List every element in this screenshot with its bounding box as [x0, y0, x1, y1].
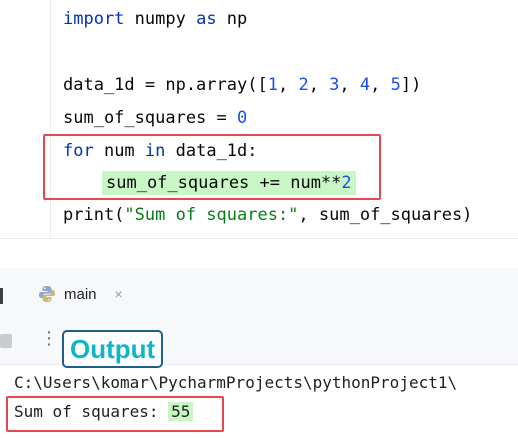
- run-tab-bar: main ×: [0, 268, 518, 320]
- result-value: 55: [168, 402, 194, 421]
- code-text: np: [216, 9, 248, 29]
- code-text: ,: [370, 75, 391, 95]
- tab-edge-indicator: [0, 288, 3, 304]
- tab-main[interactable]: main ×: [38, 280, 123, 308]
- console-path-line: C:\Users\komar\PycharmProjects\pythonPro…: [14, 373, 458, 392]
- code-line-5[interactable]: for num in data_1d:: [63, 139, 258, 163]
- number-literal: 4: [359, 75, 371, 95]
- code-line-4[interactable]: sum_of_squares = 0: [63, 106, 247, 130]
- string-literal: "Sum of squares:": [124, 205, 299, 225]
- more-options-icon[interactable]: ⋮: [40, 328, 58, 349]
- keyword: import: [63, 9, 125, 29]
- code-line-7[interactable]: print("Sum of squares:", sum_of_squares): [63, 203, 472, 227]
- number-literal: 0: [237, 108, 248, 128]
- code-text: ,: [308, 75, 330, 95]
- code-line-6[interactable]: sum_of_squares += num**2: [102, 171, 356, 195]
- number-literal: 3: [329, 75, 340, 95]
- editor-bottom-divider: [0, 238, 518, 239]
- editor-gutter-divider: [50, 0, 51, 238]
- number-literal: 2: [341, 173, 352, 193]
- keyword: in: [144, 141, 166, 161]
- number-literal: 5: [390, 75, 401, 95]
- code-editor[interactable]: import numpy as np data_1d = np.array([1…: [0, 0, 518, 238]
- console-result-line: Sum of squares: 55: [14, 401, 194, 423]
- tab-main-label: main: [64, 285, 97, 303]
- python-icon: [39, 286, 55, 302]
- code-text: print(: [63, 205, 125, 225]
- result-label: Sum of squares:: [14, 402, 169, 421]
- code-text: ,: [277, 75, 299, 95]
- code-text: , sum_of_squares): [298, 205, 473, 225]
- number-literal: 1: [267, 75, 278, 95]
- code-text: data_1d = np.array([: [63, 75, 268, 95]
- stop-icon[interactable]: [0, 334, 12, 348]
- output-annotation-badge: Output: [62, 330, 164, 368]
- code-text: data_1d:: [165, 141, 258, 161]
- code-text: ]): [400, 75, 422, 95]
- code-text: sum_of_squares =: [63, 108, 237, 128]
- code-text: sum_of_squares += num**: [106, 173, 342, 193]
- code-text: ,: [339, 75, 360, 95]
- number-literal: 2: [298, 75, 309, 95]
- code-text: num: [93, 141, 145, 161]
- keyword: as: [196, 9, 217, 29]
- keyword: for: [63, 141, 94, 161]
- code-line-1[interactable]: import numpy as np: [63, 7, 247, 31]
- code-text: numpy: [124, 9, 197, 29]
- close-icon[interactable]: ×: [115, 286, 123, 302]
- code-line-3[interactable]: data_1d = np.array([1, 2, 3, 4, 5]): [63, 73, 421, 97]
